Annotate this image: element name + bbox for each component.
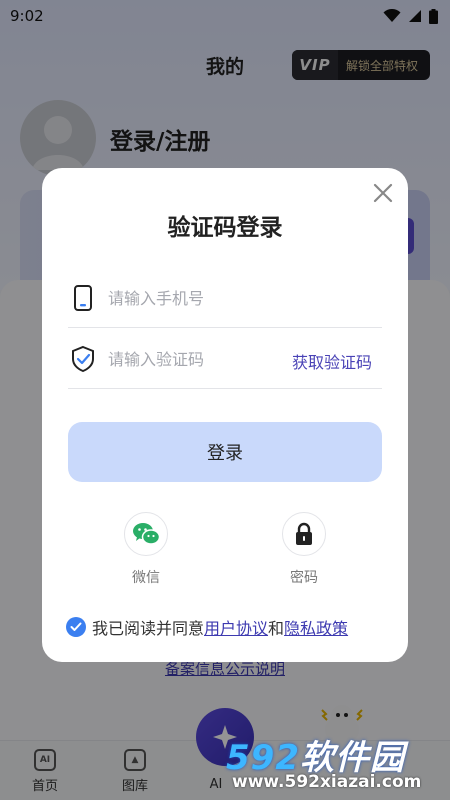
phone-field [68,268,382,328]
agreement-conjunction: 和 [268,619,285,638]
site-watermark: 592软件园 www.592xiazai.com [226,730,450,800]
password-login-button[interactable] [282,512,326,556]
wechat-login-button[interactable] [124,512,168,556]
wechat-label: 微信 [132,570,160,586]
password-login[interactable]: 密码 [274,512,334,587]
phone-input[interactable] [108,282,288,314]
agreement-row: 我已阅读并同意 用户协议和隐私政策 [66,616,348,638]
wechat-icon [133,523,160,545]
close-icon[interactable] [370,180,396,206]
login-button[interactable]: 登录 [68,422,382,482]
code-input[interactable] [108,343,288,375]
get-code-button[interactable]: 获取验证码 [292,349,372,373]
agreement-checkbox[interactable] [66,617,86,637]
agreement-prefix: 我已阅读并同意 [92,619,205,638]
dialog-title: 验证码登录 [167,215,283,241]
code-field: 获取验证码 [68,329,382,389]
shield-check-icon [72,345,94,373]
phone-icon [74,285,92,311]
watermark-url: www.592xiazai.com [232,772,422,792]
sms-login-dialog: 验证码登录 获取验证码 登录 微信 [42,168,408,662]
password-label: 密码 [290,570,318,586]
user-agreement-link[interactable]: 用户协议 [204,615,268,639]
privacy-policy-link[interactable]: 隐私政策 [284,615,348,639]
checkmark-icon [70,622,82,631]
lock-icon [296,522,312,545]
wechat-login[interactable]: 微信 [116,512,176,587]
